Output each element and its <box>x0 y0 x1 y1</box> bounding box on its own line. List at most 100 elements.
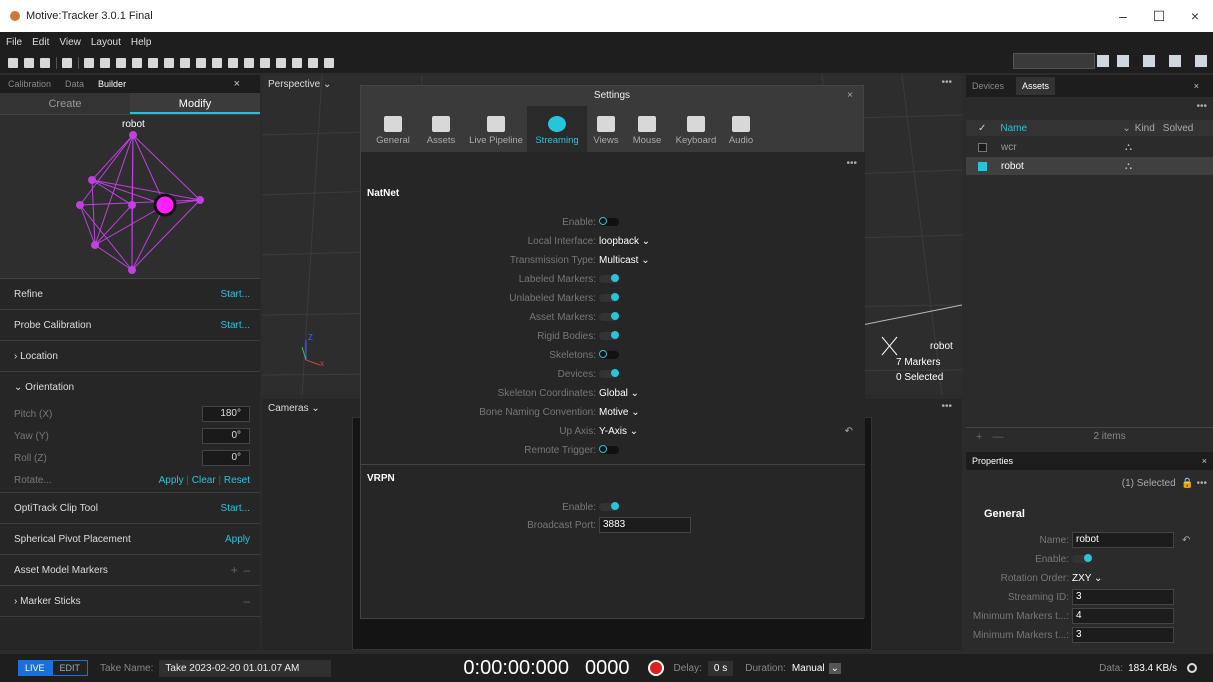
take-name-input[interactable]: Take 2023-02-20 01.01.07 AM <box>159 659 332 677</box>
tab-views[interactable]: Views <box>587 106 625 152</box>
open-icon[interactable] <box>40 57 50 68</box>
up-axis-select[interactable]: Y-Axis ⌄ <box>599 426 638 437</box>
cameras-title[interactable]: Cameras ⌄ <box>268 403 320 414</box>
create-tab[interactable]: Create <box>0 93 130 114</box>
prop-min-markers-2-input[interactable]: 3 <box>1072 627 1174 643</box>
rigid-bodies-toggle[interactable] <box>599 331 619 340</box>
tab-calibration[interactable]: Calibration <box>8 79 51 89</box>
local-interface-select[interactable]: loopback ⌄ <box>599 236 650 247</box>
graph-icon[interactable] <box>244 57 254 68</box>
tab-streaming[interactable]: Streaming <box>527 106 587 152</box>
solved-column-header[interactable]: Solved <box>1163 123 1194 134</box>
remove-stick-icon[interactable]: – <box>243 594 250 608</box>
wand-icon[interactable] <box>116 57 126 68</box>
menu-view[interactable]: View <box>59 37 81 48</box>
refine-start-button[interactable]: Start... <box>221 289 250 300</box>
export-icon[interactable] <box>1117 55 1129 67</box>
modify-tab[interactable]: Modify <box>130 93 260 114</box>
prop-streaming-id-input[interactable]: 3 <box>1072 589 1174 605</box>
broadcast-port-input[interactable]: 3883 <box>599 517 691 533</box>
vrpn-enable-toggle[interactable] <box>599 502 619 511</box>
skeleton-icon[interactable] <box>180 57 190 68</box>
duration-select[interactable]: Manual <box>792 663 825 674</box>
device-icon[interactable] <box>292 57 302 68</box>
clip-tool-start-button[interactable]: Start... <box>221 503 250 514</box>
perspective-title[interactable]: Perspective ⌄ <box>268 79 331 90</box>
skeletons-toggle[interactable] <box>599 350 619 359</box>
tab-builder[interactable]: Builder <box>98 79 126 89</box>
roll-input[interactable]: 0° <box>202 450 250 466</box>
video-icon[interactable] <box>228 57 238 68</box>
lock-icon[interactable]: 🔒 <box>1181 478 1193 489</box>
layout-icon[interactable] <box>1143 55 1155 67</box>
menu-layout[interactable]: Layout <box>91 37 121 48</box>
kind-column-header[interactable]: Kind <box>1135 123 1155 134</box>
pitch-input[interactable]: 180° <box>202 406 250 422</box>
chart-icon[interactable] <box>276 57 286 68</box>
tab-devices[interactable]: Devices <box>972 81 1004 91</box>
remote-trigger-toggle[interactable] <box>599 445 619 454</box>
layout3-icon[interactable] <box>1195 55 1207 67</box>
plus-icon[interactable] <box>308 57 318 68</box>
devices-toggle[interactable] <box>599 369 619 378</box>
close-icon[interactable]: × <box>1202 456 1207 466</box>
settings-more-icon[interactable]: ••• <box>846 158 857 169</box>
marker-sticks-row[interactable]: › Marker Sticks – <box>0 586 260 617</box>
add-asset-icon[interactable]: + <box>976 431 982 443</box>
prop-rotation-select[interactable]: ZXY ⌄ <box>1072 573 1102 584</box>
asset-row-wcr[interactable]: wcr ⛬ <box>966 138 1213 156</box>
menu-help[interactable]: Help <box>131 37 152 48</box>
minimize-button[interactable]: – <box>1105 0 1141 32</box>
assets-more-icon[interactable]: ••• <box>1196 101 1207 112</box>
name-column-header[interactable]: Name <box>1000 123 1090 134</box>
record-button[interactable] <box>647 660 664 676</box>
close-button[interactable]: × <box>1177 0 1213 32</box>
robot-preview[interactable]: robot <box>0 115 260 279</box>
tab-keyboard[interactable]: Keyboard <box>669 106 723 152</box>
check-column-header[interactable]: ✓ <box>978 123 986 134</box>
close-icon[interactable]: × <box>1194 81 1199 91</box>
tab-general[interactable]: General <box>369 106 417 152</box>
close-icon[interactable]: × <box>234 78 240 90</box>
labeled-markers-toggle[interactable] <box>599 274 619 283</box>
viewport-more-icon[interactable]: ••• <box>941 77 952 88</box>
apply-button[interactable]: Apply <box>159 475 184 486</box>
layout-selector[interactable] <box>1013 53 1095 69</box>
tab-data[interactable]: Data <box>65 79 84 89</box>
close-icon[interactable]: × <box>847 86 853 106</box>
panel-icon[interactable] <box>84 57 94 68</box>
duration-dropdown-icon[interactable]: ⌄ <box>828 662 842 674</box>
save-icon[interactable] <box>24 57 34 68</box>
tab-assets[interactable]: Assets <box>417 106 465 152</box>
remove-marker-icon[interactable]: – <box>243 563 250 577</box>
edit-mode-button[interactable]: EDIT <box>51 660 89 676</box>
dropdown-icon[interactable] <box>1097 55 1109 67</box>
layout2-icon[interactable] <box>1169 55 1181 67</box>
delay-input[interactable]: 0 s <box>707 660 734 676</box>
graph2-icon[interactable] <box>260 57 270 68</box>
add-marker-icon[interactable]: + <box>231 563 238 577</box>
pivot-apply-button[interactable]: Apply <box>225 534 250 545</box>
prop-enable-toggle[interactable] <box>1072 554 1092 563</box>
properties-more-icon[interactable]: ••• <box>1196 478 1207 489</box>
cameras-more-icon[interactable]: ••• <box>941 401 952 412</box>
natnet-enable-toggle[interactable] <box>599 217 619 226</box>
tools-icon[interactable] <box>212 57 222 68</box>
link-icon[interactable] <box>196 57 206 68</box>
new-file-icon[interactable] <box>8 57 18 68</box>
probe-start-button[interactable]: Start... <box>221 320 250 331</box>
live-mode-button[interactable]: LIVE <box>18 660 52 676</box>
remove-asset-icon[interactable]: — <box>992 431 1003 443</box>
orientation-row[interactable]: ⌄ Orientation <box>0 372 260 403</box>
tab-mouse[interactable]: Mouse <box>625 106 669 152</box>
transmission-select[interactable]: Multicast ⌄ <box>599 255 650 266</box>
prop-name-input[interactable]: robot <box>1072 532 1174 548</box>
gear-icon[interactable] <box>62 57 72 68</box>
list-icon[interactable] <box>164 57 174 68</box>
streaming-status-icon[interactable] <box>1187 663 1197 673</box>
camera-icon[interactable] <box>100 57 110 68</box>
database-icon[interactable] <box>132 57 142 68</box>
location-row[interactable]: › Location <box>0 341 260 372</box>
maximize-button[interactable]: ☐ <box>1141 0 1177 32</box>
skeleton-coords-select[interactable]: Global ⌄ <box>599 388 639 399</box>
